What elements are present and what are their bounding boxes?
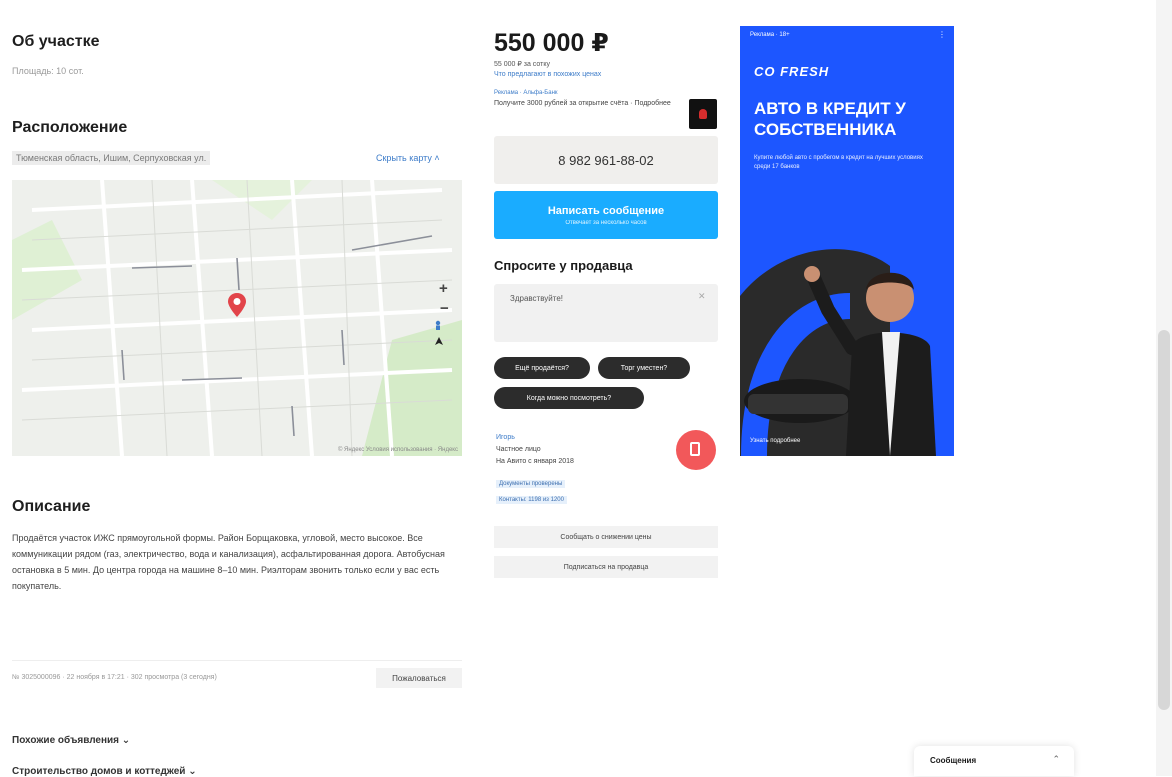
- fab-copy-button[interactable]: [676, 430, 716, 470]
- person-icon[interactable]: [433, 320, 443, 330]
- complain-button[interactable]: Пожаловаться: [376, 668, 462, 688]
- show-phone-button[interactable]: 8 982 961-88-02: [494, 136, 718, 184]
- ad-brand-logo: CO FRESH: [754, 64, 830, 79]
- seller-type: Частное лицо: [496, 446, 541, 453]
- chevron-up-icon[interactable]: ⌃: [1052, 754, 1060, 765]
- price: 550 000 ₽: [494, 29, 609, 57]
- ask-seller-input-text[interactable]: Здравствуйте!: [510, 294, 563, 303]
- ad-subtext: Купите любой авто с пробегом в кредит на…: [754, 155, 923, 170]
- description-text: Продаётся участок ИЖС прямоугольной форм…: [12, 533, 445, 591]
- about-title: Об участке: [12, 33, 100, 50]
- price-drop-notify-button[interactable]: Сообщать о снижении цены: [494, 526, 718, 548]
- ad-headline: АВТО В КРЕДИТ У СОБСТВЕННИКА: [754, 99, 906, 139]
- write-message-button[interactable]: Написать сообщение Отвечает за несколько…: [494, 191, 718, 239]
- ad-menu-icon[interactable]: ⋮: [938, 30, 946, 39]
- price-hint-link[interactable]: Что предлагают в похожих ценах: [494, 71, 601, 78]
- hide-map-link[interactable]: Скрыть карту ˄: [376, 153, 440, 163]
- location-arrow-icon[interactable]: [434, 336, 444, 346]
- price-per-unit: 55 000 ₽ за сотку: [494, 61, 550, 68]
- copy-icon: [690, 442, 700, 456]
- promo-text[interactable]: Получите 3000 рублей за открытие счёта ·…: [494, 99, 674, 108]
- similar-listings-link[interactable]: Похожие объявления ⌄: [12, 735, 130, 746]
- scrollbar-thumb[interactable]: [1158, 330, 1170, 710]
- map-pin-icon[interactable]: [227, 292, 247, 318]
- listing-meta: № 3025000096 · 22 ноября в 17:21 · 302 п…: [12, 674, 217, 681]
- messages-panel[interactable]: Сообщения ⌃: [914, 746, 1074, 776]
- zoom-out-button[interactable]: −: [440, 300, 449, 317]
- messages-panel-label: Сообщения: [930, 756, 977, 765]
- quick-question-chip[interactable]: Ещё продаётся?: [494, 357, 590, 379]
- promo-label: Реклама · Альфа-Банк: [494, 90, 558, 96]
- location-title: Расположение: [12, 119, 128, 136]
- write-message-label: Написать сообщение: [547, 204, 665, 217]
- seller-since: На Авито с января 2018: [496, 458, 574, 465]
- quick-question-chip[interactable]: Когда можно посмотреть?: [494, 387, 644, 409]
- zoom-in-button[interactable]: +: [439, 280, 448, 297]
- seller-badge: Документы проверены: [496, 480, 566, 488]
- area-line: Площадь: 10 сот.: [12, 66, 84, 76]
- ad-cta[interactable]: Узнать подробнее: [750, 438, 800, 444]
- description-title: Описание: [12, 498, 91, 515]
- promo-logo-icon[interactable]: [689, 99, 717, 129]
- ask-seller-title: Спросите у продавца: [494, 258, 633, 273]
- seller-badge: Контакты: 1198 из 1200: [496, 496, 567, 504]
- ask-seller-input[interactable]: [494, 284, 718, 342]
- divider: [12, 660, 462, 661]
- ad-label: Реклама · 18+: [750, 32, 790, 38]
- quick-question-chip[interactable]: Торг уместен?: [598, 357, 690, 379]
- seller-name[interactable]: Игорь: [496, 434, 515, 441]
- map-attribution[interactable]: © Яндекс Условия использования · Яндекс: [338, 447, 458, 453]
- subscribe-seller-button[interactable]: Подписаться на продавца: [494, 556, 718, 578]
- clear-icon[interactable]: ✕: [698, 291, 706, 302]
- write-message-sublabel: Отвечает за несколько часов: [565, 219, 647, 226]
- address: Тюменская область, Ишим, Серпуховская ул…: [12, 151, 211, 165]
- map[interactable]: + − © Яндекс Условия использования · Янд…: [12, 180, 462, 456]
- ad-image: [740, 249, 936, 456]
- category-link[interactable]: Строительство домов и коттеджей ⌄: [12, 766, 197, 777]
- ad-banner[interactable]: Реклама · 18+ ⋮ CO FRESH АВТО В КРЕДИТ У…: [740, 26, 954, 456]
- map-tiles: [12, 180, 462, 456]
